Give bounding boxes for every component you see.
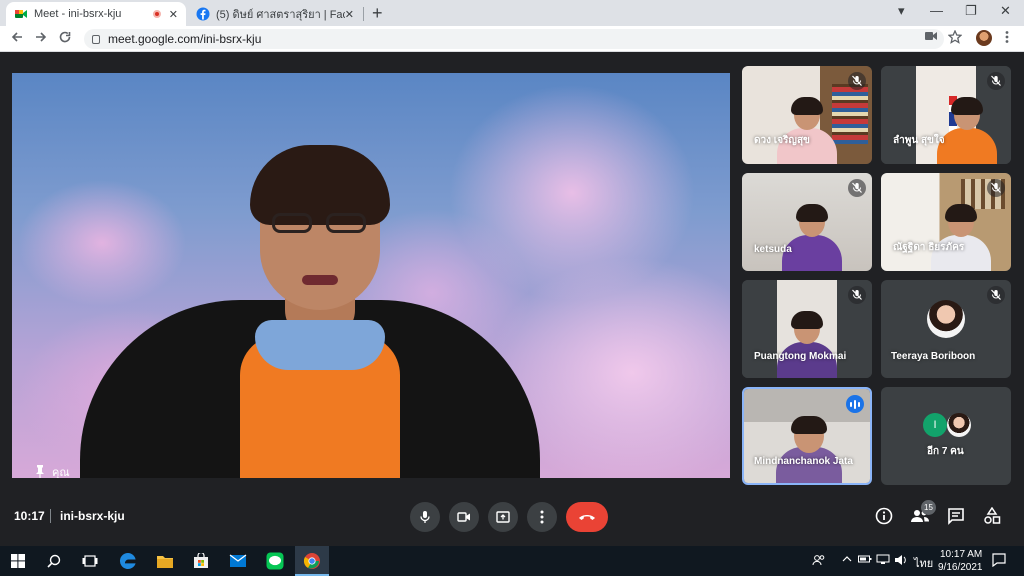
present-screen-icon [496,511,510,523]
notification-icon[interactable] [992,553,1006,570]
file-explorer-icon[interactable] [155,551,175,571]
participant-tile[interactable]: Teeraya Boriboon [881,280,1011,378]
participant-name: Teeraya Boriboon [891,351,976,362]
close-window-button[interactable]: ✕ [1000,3,1011,19]
tab-title: (5) ดิษย์ ศาสตราสุริยา | Facebook [216,9,345,21]
participant-avatar: I [923,413,947,437]
task-view-icon[interactable] [80,551,100,571]
present-screen-button[interactable] [488,502,518,532]
taskbar-clock-date[interactable]: 9/16/2021 [938,562,983,573]
tab-search-icon[interactable]: ▾ [898,3,905,19]
microsoft-store-icon[interactable] [191,551,211,571]
participant-count-badge: 15 [921,500,936,515]
address-bar: meet.google.com/ini-bsrx-kju [0,26,1024,52]
participant-tile[interactable]: ketsuda [742,173,872,271]
camera-button[interactable] [449,502,479,532]
participant-avatar [927,300,965,338]
more-participants-label: อีก 7 คน [927,446,964,457]
activities-button[interactable] [982,506,1002,526]
windows-start-icon[interactable] [8,551,28,571]
new-tab-button[interactable]: + [372,3,383,24]
meet-stage: คุณ ดวง เจริญสุข ลำพูน สุขใจ ketsuda ณัฐ… [0,52,1024,546]
participant-name: ณัฐฐิดา ธิยรภัคร [893,242,965,253]
participant-tile-speaking[interactable]: Mindnanchanok Jata [742,387,872,485]
more-options-button[interactable] [527,502,557,532]
chat-button[interactable] [946,506,966,526]
microphone-button[interactable] [410,502,440,532]
browser-tab-bar: Meet - ini-bsrx-kju ✕ (5) ดิษย์ ศาสตราสุ… [0,0,1024,26]
forward-arrow-icon[interactable] [34,30,48,44]
mic-off-icon [848,179,866,197]
chevron-up-icon[interactable] [842,554,852,566]
browser-menu-icon[interactable] [1004,30,1010,44]
search-icon[interactable] [44,551,64,571]
meeting-code: ini-bsrx-kju [60,509,125,523]
hang-up-icon [579,515,595,520]
back-arrow-icon[interactable] [10,30,24,44]
leave-call-button[interactable] [566,502,608,532]
activities-icon [984,507,1001,524]
participant-tile[interactable]: ลำพูน สุขใจ [881,66,1011,164]
speaker-figure [80,125,540,478]
camera-in-use-icon[interactable] [924,30,938,42]
mic-off-icon [848,286,866,304]
facebook-icon [196,7,210,21]
more-vert-icon [540,510,544,524]
mic-off-icon [848,72,866,90]
bookmark-star-icon[interactable] [948,30,962,44]
mic-off-icon [987,72,1005,90]
participant-tile[interactable]: ณัฐฐิดา ธิยรภัคร [881,173,1011,271]
more-participants-tile[interactable]: I อีก 7 คน [881,387,1011,485]
info-icon [875,507,893,525]
taskbar-clock-time[interactable]: 10:17 AM [940,549,982,560]
chat-icon [948,508,964,525]
profile-avatar[interactable] [976,30,992,46]
input-language-indicator[interactable]: ไทย [914,554,933,572]
meeting-time: 10:17 [14,509,45,523]
participant-name: ดวง เจริญสุข [754,135,810,146]
participant-tile[interactable]: ดวง เจริญสุข [742,66,872,164]
meet-controls-bar: 10:17 ini-bsrx-kju 15 [0,494,1024,546]
participant-name: Puangtong Mokmai [754,351,847,362]
chrome-icon[interactable] [302,551,322,571]
main-speaker-name: คุณ [52,467,70,478]
speaking-indicator-icon [846,395,864,413]
line-app-icon[interactable] [265,551,285,571]
participant-tile[interactable]: Puangtong Mokmai [742,280,872,378]
reload-icon[interactable] [58,30,72,44]
battery-icon[interactable] [858,554,872,567]
minimize-button[interactable]: — [930,3,943,18]
camera-icon [457,512,470,522]
volume-icon[interactable] [894,554,908,569]
url-text: meet.google.com/ini-bsrx-kju [108,32,262,46]
microphone-icon [420,511,430,523]
meeting-details-button[interactable] [874,506,894,526]
edge-icon[interactable] [118,551,138,571]
participant-name: ketsuda [754,244,792,255]
tab-facebook[interactable]: (5) ดิษย์ ศาสตราสุริยา | Facebook ✕ [188,2,362,26]
url-field[interactable]: meet.google.com/ini-bsrx-kju [84,29,944,49]
participant-name: ลำพูน สุขใจ [893,135,945,146]
recording-indicator-icon [152,10,161,18]
tab-meet[interactable]: Meet - ini-bsrx-kju ✕ [6,2,186,26]
tab-title: Meet - ini-bsrx-kju [34,8,122,20]
network-icon[interactable] [876,554,890,567]
main-speaker-video[interactable]: คุณ [12,73,730,478]
participant-name: Mindnanchanok Jata [754,456,853,467]
pin-icon[interactable] [34,464,46,478]
mic-off-icon [987,179,1005,197]
restore-button[interactable]: ❐ [965,3,977,19]
divider [50,509,51,523]
lock-icon [92,34,100,44]
mic-off-icon [987,286,1005,304]
google-meet-icon [15,10,27,18]
tab-separator [363,7,364,21]
tab-close-icon[interactable]: ✕ [169,8,178,21]
windows-taskbar: ไทย 10:17 AM 9/16/2021 [0,546,1024,576]
tab-close-icon[interactable]: ✕ [345,8,354,21]
participant-avatar [947,413,971,437]
mail-icon[interactable] [228,551,248,571]
people-tray-icon[interactable] [812,554,826,569]
